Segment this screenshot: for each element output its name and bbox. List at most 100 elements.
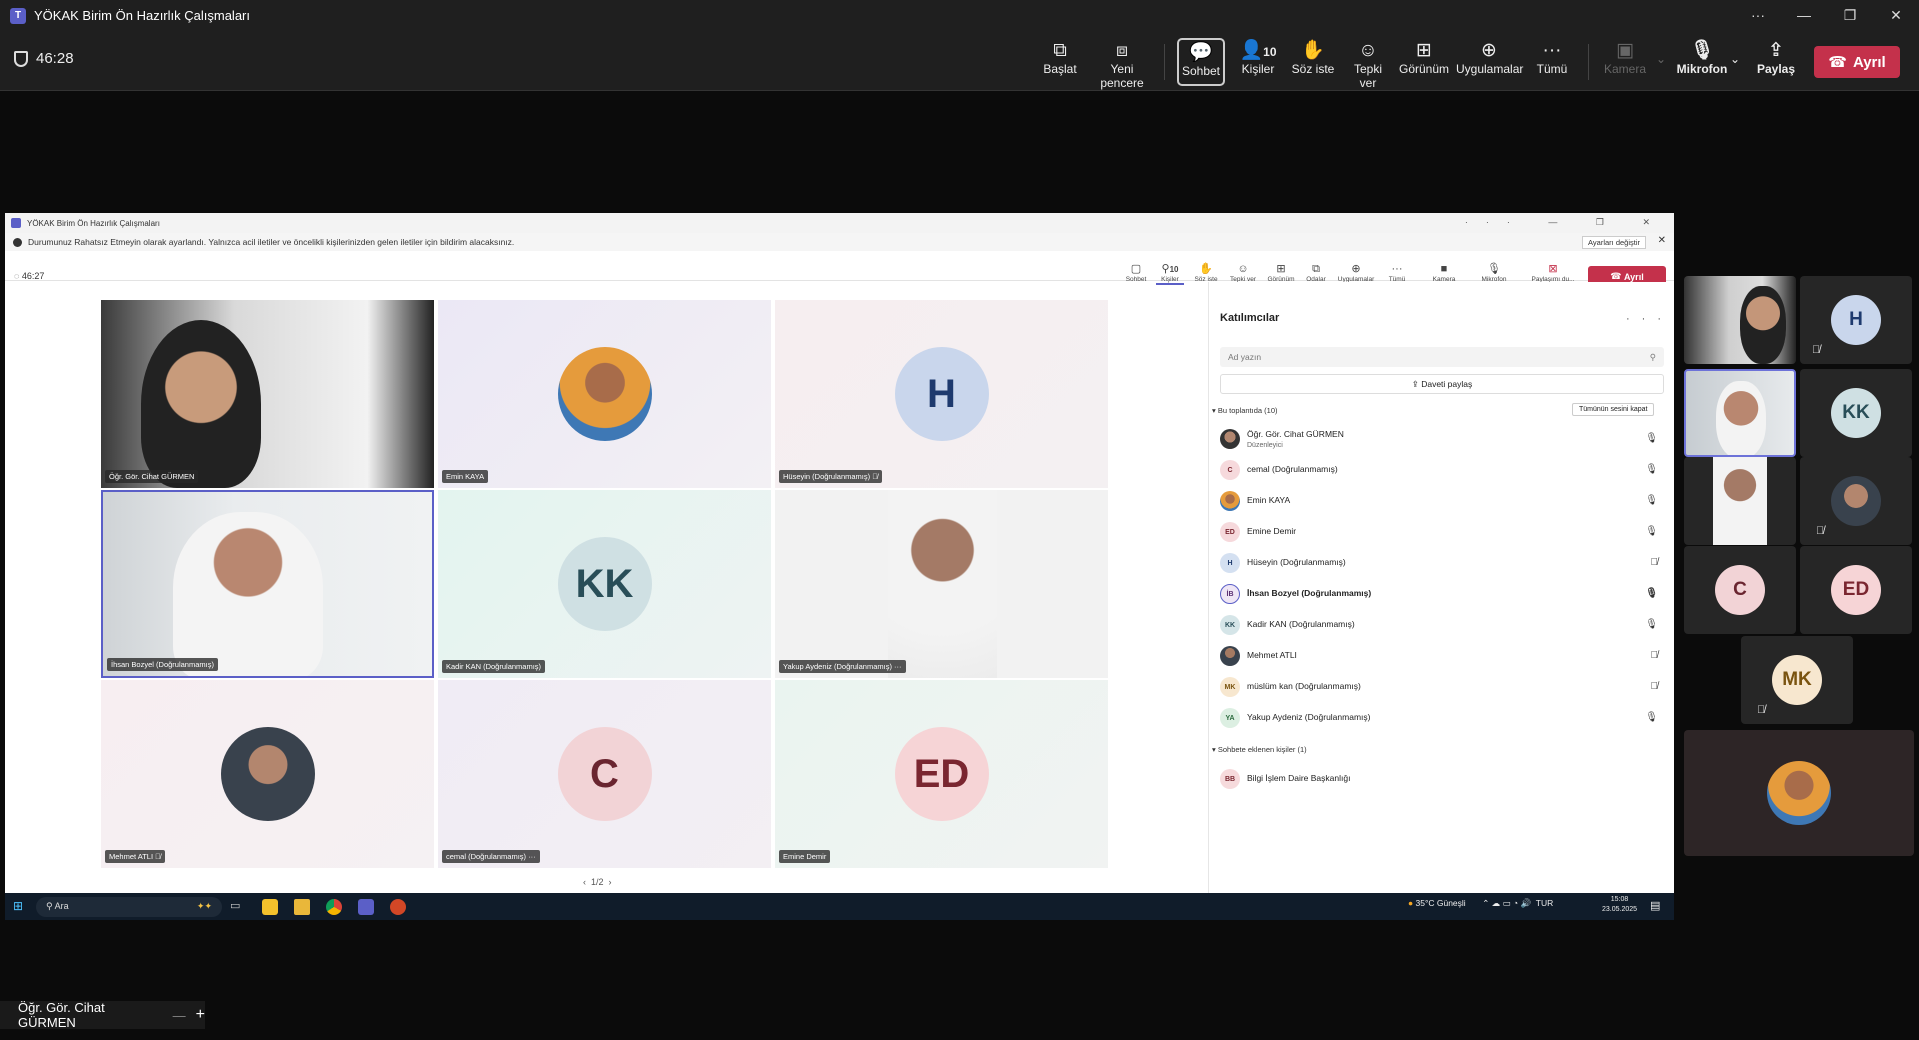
ellipsis-icon: ··· <box>1542 40 1562 61</box>
video-tile-mehmet[interactable]: Mehmet ATLI 🎙̸ <box>101 680 434 868</box>
file-explorer-icon[interactable] <box>294 899 310 915</box>
video-tile-cihat[interactable]: Öğr. Gör. Cihat GÜRMEN <box>101 300 434 488</box>
more-button[interactable]: ··· Tümü <box>1530 40 1574 86</box>
chrome-icon[interactable] <box>326 899 342 915</box>
inner-people-button[interactable]: ⚲10 Kişiler <box>1156 263 1184 285</box>
participant-search-input[interactable]: Ad yazın ⚲ <box>1220 347 1664 367</box>
inner-toolbar <box>5 251 1674 281</box>
camera-button[interactable]: ▣ Kamera <box>1600 40 1650 86</box>
mic-button[interactable]: 🎙 Mikrofon <box>1674 40 1730 86</box>
mic-options-chevron-icon[interactable]: ⌄ <box>1728 52 1742 98</box>
participant-row[interactable]: Öğr. Gör. Cihat GÜRMEN Düzenleyici 🎙 <box>1218 425 1668 453</box>
people-icon: ⚲10 <box>1161 263 1179 275</box>
gallery-tile-ihsan[interactable] <box>1684 369 1796 457</box>
inner-view-button[interactable]: ⊞ Görünüm <box>1264 263 1298 283</box>
share-button[interactable]: ⇪ Paylaş <box>1752 40 1800 86</box>
leave-button[interactable]: ☎ Ayrıl <box>1814 46 1900 78</box>
section-in-meeting[interactable]: ▾ Bu toplantıda (10) <box>1212 406 1277 415</box>
participant-row[interactable]: H Hüseyin (Doğrulanmamış) 🎙̸ <box>1218 549 1668 577</box>
participant-row[interactable]: BB Bilgi İşlem Daire Başkanlığı <box>1218 765 1668 793</box>
microphone-icon: 🎙 <box>1645 619 1658 630</box>
change-settings-button[interactable]: Ayarları değiştir <box>1582 236 1646 249</box>
avatar: KK <box>1831 388 1881 438</box>
grid-icon: ⊞ <box>1416 40 1432 61</box>
video-tile-kadir[interactable]: KK Kadir KAN (Doğrulanmamış) <box>438 490 771 678</box>
video-tile-yakup[interactable]: Yakup Aydeniz (Doğrulanmamış) ··· <box>775 490 1108 678</box>
participant-row[interactable]: YA Yakup Aydeniz (Doğrulanmamış) 🎙 <box>1218 704 1668 732</box>
more-icon[interactable]: ··· <box>528 852 536 861</box>
restore-button[interactable]: ❐ <box>1827 0 1873 31</box>
inner-more-button[interactable]: ··· Tümü <box>1384 263 1410 283</box>
participant-video <box>1713 457 1767 545</box>
gallery-tile-huseyin[interactable]: H 🎙̸ <box>1800 276 1912 364</box>
gallery-tile-cihat[interactable] <box>1684 276 1796 364</box>
close-button[interactable]: ✕ <box>1873 0 1919 31</box>
inner-stop-share-button[interactable]: ⊠ Paylaşımı du... <box>1528 263 1578 283</box>
people-button[interactable]: 👤10 Kişiler <box>1234 40 1282 86</box>
video-tile-emin[interactable]: Emin KAYA <box>438 300 771 488</box>
video-tile-ihsan[interactable]: İhsan Bozyel (Doğrulanmamış) <box>101 490 434 678</box>
apps-button[interactable]: ⊕ Uygulamalar <box>1456 40 1523 86</box>
microphone-icon: 🎙 <box>1645 712 1658 723</box>
inner-rooms-button[interactable]: ⧉ Odalar <box>1302 263 1330 283</box>
task-view-icon[interactable]: ▭ <box>230 899 246 915</box>
inner-raise-hand-button[interactable]: ✋ Söz iste <box>1192 263 1220 283</box>
participant-row[interactable]: MK müslüm kan (Doğrulanmamış) 🎙̸ <box>1218 673 1668 701</box>
tray-icons[interactable]: ⌃ ☁ ▭ ◔ 🔊 <box>1482 898 1531 908</box>
react-button[interactable]: ☺ Tepki ver <box>1344 40 1392 90</box>
avatar: H <box>1831 295 1881 345</box>
participant-row[interactable]: ED Emine Demir 🎙 <box>1218 518 1668 546</box>
gallery-tile-emine[interactable]: ED <box>1800 546 1912 634</box>
notification-icon[interactable]: ▤ <box>1650 899 1660 912</box>
chat-button[interactable]: 💬 Sohbet <box>1177 38 1225 86</box>
video-tile-cemal[interactable]: C cemal (Doğrulanmamış) ··· <box>438 680 771 868</box>
new-window-button[interactable]: ⧈ Yeni pencere <box>1088 40 1156 90</box>
avatar-photo <box>557 347 652 441</box>
gallery-tile-cemal[interactable]: C <box>1684 546 1796 634</box>
start-button[interactable]: ⧉ Başlat <box>1040 40 1080 86</box>
windows-start-icon[interactable]: ⊞ <box>13 899 23 913</box>
video-tile-huseyin[interactable]: H Hüseyin (Doğrulanmamış) 🎙̸ <box>775 300 1108 488</box>
taskbar-search-input[interactable]: ⚲ Ara ✦✦ <box>36 897 222 917</box>
minimize-icon[interactable]: — <box>173 1008 186 1023</box>
inner-mic-button[interactable]: 🎙 Mikrofon <box>1476 263 1512 283</box>
page-indicator[interactable]: ‹ 1/2 › <box>583 877 612 887</box>
gallery-tile-emin[interactable] <box>1684 730 1914 856</box>
raise-hand-button[interactable]: ✋ Söz iste <box>1290 40 1336 86</box>
taskbar-clock[interactable]: 15:08 23.05.2025 <box>1602 895 1637 915</box>
teams-logo-icon <box>11 218 21 228</box>
more-options-icon[interactable]: ··· <box>1735 0 1781 31</box>
participant-row[interactable]: Emin KAYA 🎙 <box>1218 487 1668 515</box>
participant-row[interactable]: İB İhsan Bozyel (Doğrulanmamış) 🎙 <box>1218 580 1668 608</box>
sticky-notes-icon[interactable] <box>262 899 278 915</box>
add-app-icon: ⊕ <box>1481 40 1497 61</box>
close-banner-icon[interactable]: ✕ <box>1658 235 1666 246</box>
inner-camera-button[interactable]: ■ Kamera <box>1428 263 1460 283</box>
section-chat-people[interactable]: ▾ Sohbete eklenen kişiler (1) <box>1212 745 1307 754</box>
camera-options-chevron-icon[interactable]: ⌄ <box>1654 52 1668 98</box>
share-invite-button[interactable]: ⇪ Daveti paylaş <box>1220 374 1664 394</box>
participant-row[interactable]: KK Kadir KAN (Doğrulanmamış) 🎙 <box>1218 611 1668 639</box>
inner-chat-button[interactable]: ▢ Sohbet <box>1122 263 1150 283</box>
participant-video <box>173 512 323 676</box>
add-icon[interactable]: + <box>196 1006 205 1024</box>
video-tile-emine[interactable]: ED Emine Demir <box>775 680 1108 868</box>
avatar: H <box>894 347 989 441</box>
participant-row[interactable]: Ccemal (Doğrulanmamış) 🎙 <box>1218 456 1668 484</box>
gallery-tile-mehmet[interactable]: 🎙̸ <box>1800 457 1912 545</box>
mute-all-button[interactable]: Tümünün sesini kapat <box>1572 403 1655 416</box>
powerpoint-icon[interactable] <box>390 899 406 915</box>
view-button[interactable]: ⊞ Görünüm <box>1398 40 1450 86</box>
gallery-tile-muslum[interactable]: MK 🎙̸ <box>1741 636 1853 724</box>
gallery-tile-kadir[interactable]: KK <box>1800 369 1912 457</box>
gallery-tile-yakup[interactable] <box>1684 457 1796 545</box>
more-icon[interactable]: ··· <box>894 662 902 671</box>
self-name-bar[interactable]: Öğr. Gör. Cihat GÜRMEN — + <box>0 1000 205 1030</box>
teams-icon[interactable] <box>358 899 374 915</box>
inner-window-controls[interactable]: ··· — ❐ ✕ <box>1465 217 1668 228</box>
inner-react-button[interactable]: ☺ Tepki ver <box>1226 263 1260 283</box>
participant-row[interactable]: Mehmet ATLI 🎙̸ <box>1218 642 1668 670</box>
system-tray: ● 35°C Güneşli ⌃ ☁ ▭ ◔ 🔊 TUR <box>1408 898 1554 908</box>
inner-apps-button[interactable]: ⊕ Uygulamalar <box>1334 263 1378 283</box>
minimize-button[interactable]: — <box>1781 0 1827 31</box>
